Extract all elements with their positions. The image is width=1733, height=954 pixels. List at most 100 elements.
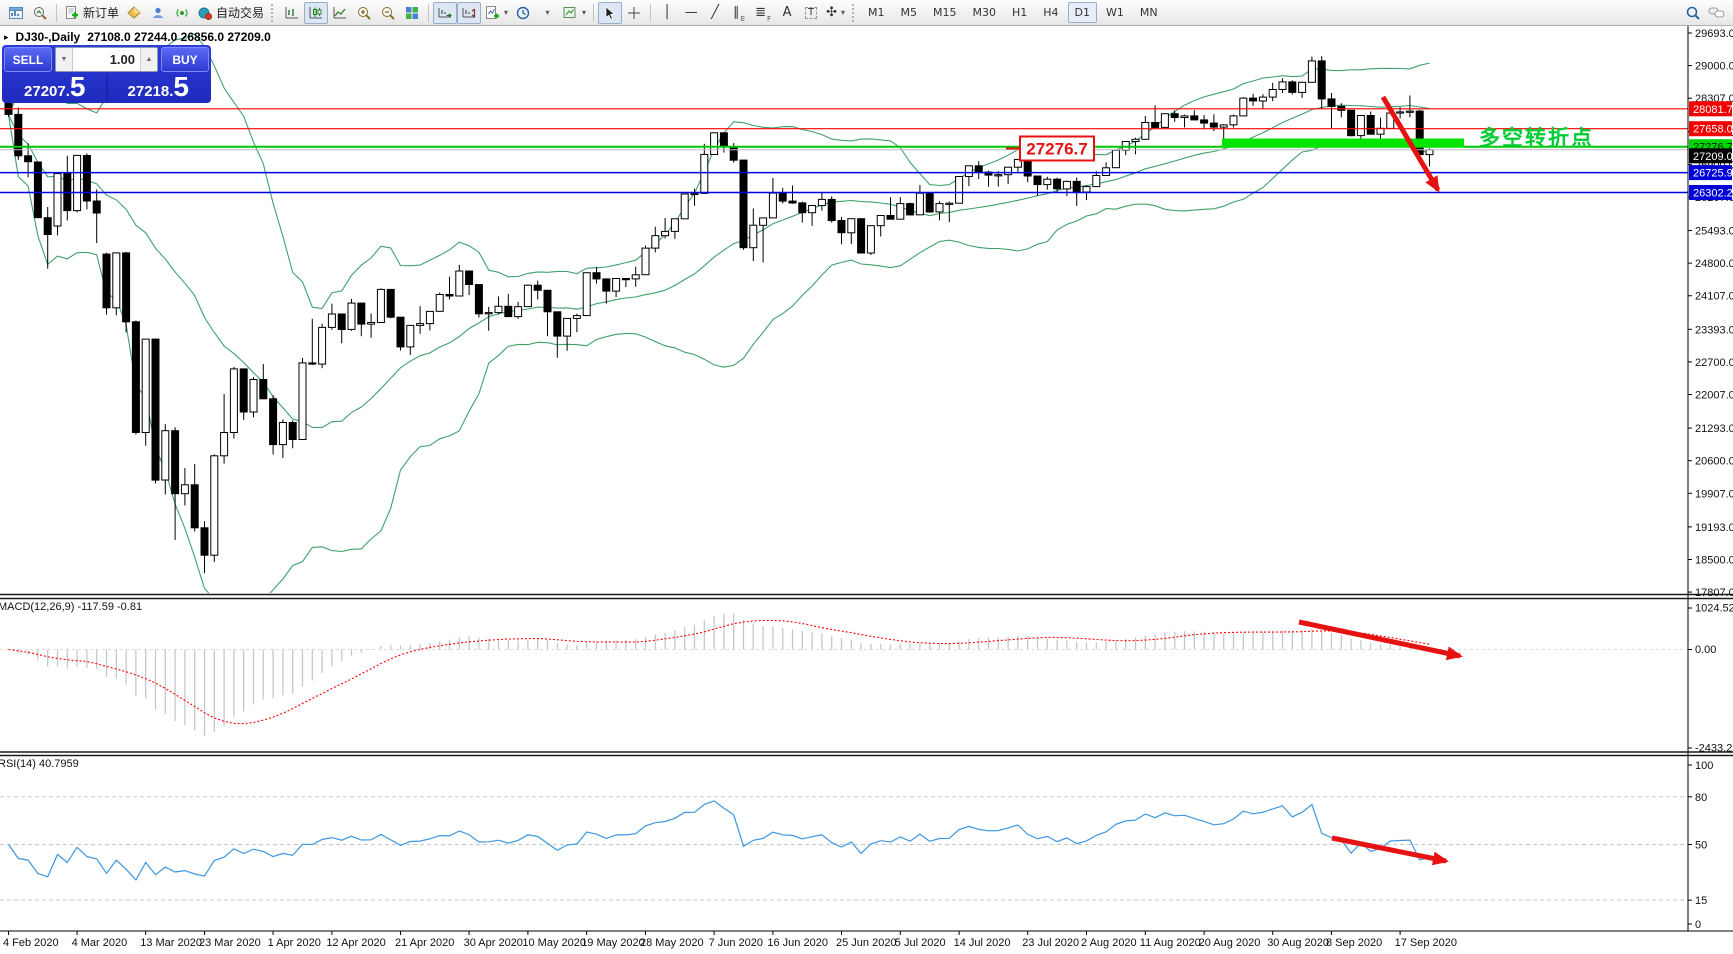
vline-glyph: │ (663, 6, 671, 19)
search-icon[interactable] (1681, 2, 1705, 24)
toolbar-separator (650, 4, 651, 22)
fibo-glyph: ≣ (755, 6, 766, 19)
svg-text:28 May 2020: 28 May 2020 (640, 937, 704, 949)
charts-window-icon[interactable] (4, 2, 28, 24)
svg-text:26725.9: 26725.9 (1693, 168, 1733, 180)
macd-pane (0, 614, 1688, 736)
tab-timeframe-m5[interactable]: M5 (893, 2, 924, 23)
trendline-glyph: ╱ (711, 6, 719, 19)
svg-text:10 May 2020: 10 May 2020 (522, 937, 586, 949)
price-tag: 27209.0 (1689, 148, 1733, 163)
tab-timeframe-m30[interactable]: M30 (965, 2, 1003, 23)
autotrading-label: 自动交易 (216, 4, 264, 21)
svg-text:24800.0: 24800.0 (1695, 258, 1733, 270)
zoom-in-icon[interactable] (352, 2, 376, 24)
volume-input[interactable]: 1.00 (73, 48, 140, 71)
one-click-trading-panel: SELL ▼ 1.00 ▲ BUY 27207.5 27218.5 (2, 45, 211, 103)
cursor-icon[interactable] (598, 2, 622, 24)
buy-price[interactable]: 27218.5 (108, 74, 210, 101)
svg-text:23393.0: 23393.0 (1695, 324, 1733, 336)
svg-text:11 Aug 2020: 11 Aug 2020 (1140, 937, 1201, 949)
svg-text:25493.0: 25493.0 (1695, 226, 1733, 238)
text-label-tool-icon[interactable]: T (799, 2, 823, 24)
volume-increase-button[interactable]: ▲ (140, 48, 157, 71)
tab-timeframe-h4[interactable]: H4 (1036, 2, 1065, 23)
arrows-tool-icon[interactable]: ✣▾ (823, 2, 848, 24)
sell-price[interactable]: 27207.5 (4, 74, 108, 101)
crosshair-icon[interactable] (622, 2, 646, 24)
sell-price-big-digit: 5 (70, 73, 86, 101)
svg-text:20600.0: 20600.0 (1695, 456, 1733, 468)
chart-shift-icon[interactable] (457, 2, 481, 24)
text-tool-icon[interactable]: A (775, 2, 799, 24)
timeframe-group: M1M5M15M30H1H4D1W1MN (861, 2, 1165, 23)
toolbar: 新订单 自动交易 (0, 0, 1733, 26)
new-order-button[interactable]: 新订单 (61, 2, 122, 24)
templates-icon[interactable]: ▾ (559, 2, 589, 24)
tab-timeframe-m1[interactable]: M1 (861, 2, 892, 23)
toolbar-drag-handle (271, 4, 276, 22)
tab-timeframe-d1[interactable]: D1 (1068, 2, 1097, 23)
metaeditor-icon[interactable] (122, 2, 146, 24)
svg-text:19 May 2020: 19 May 2020 (581, 937, 645, 949)
support-zone-bar (1222, 139, 1464, 148)
svg-text:7 Jun 2020: 7 Jun 2020 (709, 937, 763, 949)
chat-icon[interactable] (1705, 2, 1729, 24)
chart-ohlc-values: 27108.0 27244.0 26856.0 27209.0 (87, 30, 271, 44)
sell-button[interactable]: SELL (4, 47, 52, 72)
macd-signal-line (9, 621, 1430, 724)
svg-text:15: 15 (1695, 895, 1707, 907)
svg-text:23 Jul 2020: 23 Jul 2020 (1022, 937, 1079, 949)
svg-text:24107.0: 24107.0 (1695, 291, 1733, 303)
toolbar-separator (593, 4, 594, 22)
candlestick-chart-icon[interactable] (304, 2, 328, 24)
svg-text:29000.0: 29000.0 (1695, 61, 1733, 73)
one-click-collapse-arrow[interactable]: ▸ (4, 32, 9, 43)
svg-text:12 Apr 2020: 12 Apr 2020 (326, 937, 385, 949)
price-tag: 26302.2 (1689, 185, 1733, 200)
signals-icon[interactable] (170, 2, 194, 24)
svg-text:29693.0: 29693.0 (1695, 28, 1733, 40)
svg-text:0.00: 0.00 (1695, 644, 1716, 656)
zoom-out-icon[interactable] (376, 2, 400, 24)
svg-text:-2433.25: -2433.25 (1695, 743, 1733, 755)
chart-canvas[interactable]: 27276.7多空转折点29693.029000.028307.027593.0… (0, 26, 1733, 954)
bar-chart-icon[interactable] (280, 2, 304, 24)
period-clock-icon[interactable] (511, 2, 535, 24)
svg-text:19193.0: 19193.0 (1695, 522, 1733, 534)
svg-text:14 Jul 2020: 14 Jul 2020 (954, 937, 1011, 949)
fibonacci-tool-icon[interactable]: ≣F (751, 2, 775, 24)
trendline-tool-icon[interactable]: ╱ (703, 2, 727, 24)
objects-dropdown-caret[interactable]: ▾ (535, 2, 559, 24)
sell-price-main: 27207. (24, 84, 70, 101)
horizontal-line-tool-icon[interactable]: — (679, 2, 703, 24)
autotrading-button[interactable]: 自动交易 (194, 2, 267, 24)
svg-text:80: 80 (1695, 792, 1707, 804)
tab-timeframe-w1[interactable]: W1 (1099, 2, 1131, 23)
tab-timeframe-h1[interactable]: H1 (1005, 2, 1034, 23)
channel-tool-icon[interactable]: ∥E (727, 2, 751, 24)
svg-text:28081.7: 28081.7 (1693, 104, 1733, 116)
svg-text:22007.0: 22007.0 (1695, 390, 1733, 402)
line-chart-icon[interactable] (328, 2, 352, 24)
main-price-pane: 27276.7 (0, 34, 1688, 609)
svg-text:20 Aug 2020: 20 Aug 2020 (1199, 937, 1261, 949)
chart-symbol-period: DJ30-,Daily (16, 30, 81, 44)
tab-timeframe-m15[interactable]: M15 (926, 2, 964, 23)
tile-windows-icon[interactable] (400, 2, 424, 24)
text-glyph: A (783, 6, 792, 19)
trend-arrow[interactable] (1299, 622, 1460, 656)
auto-scroll-icon[interactable] (433, 2, 457, 24)
strategy-tester-icon[interactable] (28, 2, 52, 24)
buy-button[interactable]: BUY (161, 47, 209, 72)
rsi-indicator-label: RSI(14) 40.7959 (0, 758, 79, 770)
tab-timeframe-mn[interactable]: MN (1133, 2, 1165, 23)
svg-text:30 Aug 2020: 30 Aug 2020 (1267, 937, 1329, 949)
indicators-add-icon[interactable]: ▾ (481, 2, 511, 24)
bollinger-band (9, 105, 1430, 427)
vertical-line-tool-icon[interactable]: │ (655, 2, 679, 24)
community-icon[interactable] (146, 2, 170, 24)
toolbar-separator (428, 4, 429, 22)
dropdown-caret: ▾ (841, 8, 845, 17)
volume-decrease-button[interactable]: ▼ (56, 48, 73, 71)
